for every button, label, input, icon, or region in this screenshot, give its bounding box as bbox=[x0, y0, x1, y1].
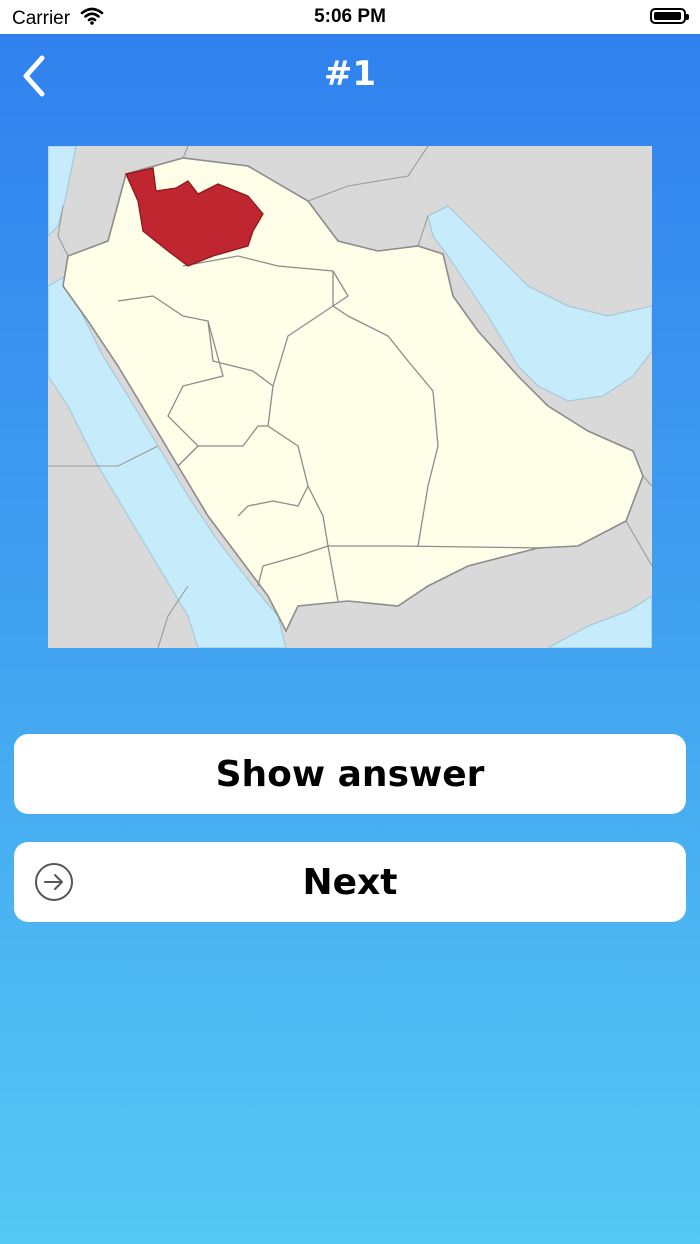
saudi-arabia-map bbox=[48, 146, 652, 648]
battery-icon bbox=[650, 8, 689, 24]
status-right bbox=[650, 8, 689, 24]
map-image bbox=[48, 146, 652, 648]
next-button[interactable]: Next bbox=[14, 842, 686, 922]
page-title: #1 bbox=[323, 54, 377, 94]
show-answer-label: Show answer bbox=[215, 753, 485, 795]
app-screen: Carrier 5:06 PM #1 Show answer Next bbox=[0, 0, 700, 1244]
nav-bar: #1 bbox=[0, 34, 700, 116]
show-answer-button[interactable]: Show answer bbox=[14, 734, 686, 814]
arrow-right-circle-icon bbox=[35, 863, 73, 901]
battery-level bbox=[654, 12, 681, 20]
status-bar: Carrier 5:06 PM bbox=[0, 0, 700, 34]
next-label: Next bbox=[302, 861, 398, 903]
status-time: 5:06 PM bbox=[314, 6, 386, 27]
